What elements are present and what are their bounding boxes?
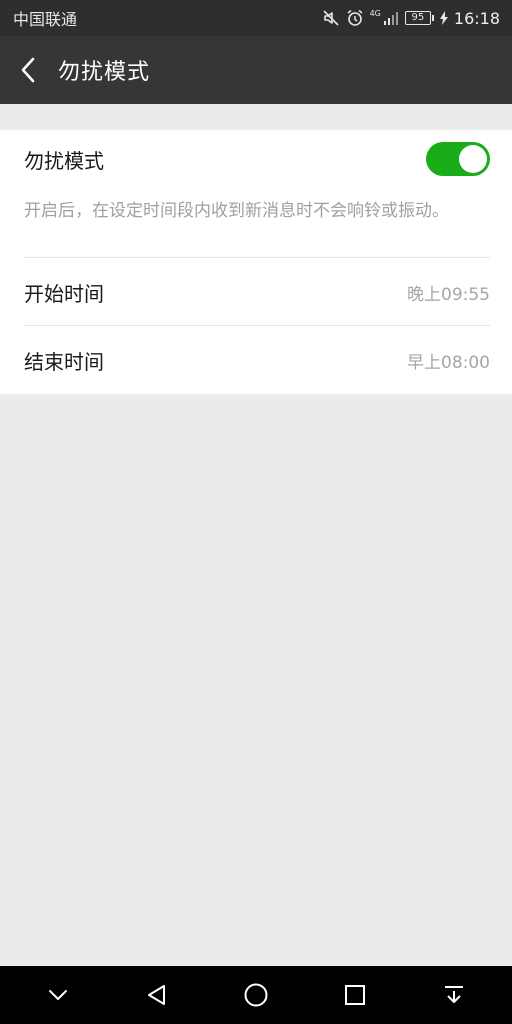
back-triangle-icon — [147, 985, 165, 1005]
nav-home-button[interactable] — [232, 971, 280, 1019]
alarm-icon — [346, 9, 364, 27]
nav-back-button[interactable] — [133, 971, 181, 1019]
back-button[interactable] — [0, 36, 56, 104]
status-bar: 中国联通 4G 95 16:18 — [0, 0, 512, 36]
settings-card: 勿扰模式 开启后，在设定时间段内收到新消息时不会响铃或振动。 开始时间 晚上09… — [0, 130, 512, 394]
start-time-value: 晚上09:55 — [407, 284, 490, 305]
app-bar: 勿扰模式 — [0, 36, 512, 104]
home-circle-icon — [244, 983, 268, 1007]
dnd-toggle[interactable] — [426, 142, 490, 176]
system-nav-bar — [0, 966, 512, 1024]
dnd-row: 勿扰模式 — [0, 130, 512, 188]
mute-icon — [322, 9, 340, 27]
dnd-label: 勿扰模式 — [24, 148, 104, 173]
screen: 中国联通 4G 95 16:18 勿扰模式 勿扰模式 开启后，在设定时间段内收到… — [0, 0, 512, 1024]
end-time-row[interactable]: 结束时间 早上08:00 — [0, 326, 512, 394]
end-time-label: 结束时间 — [24, 349, 104, 374]
end-time-value: 早上08:00 — [407, 352, 490, 373]
page-title: 勿扰模式 — [58, 60, 151, 85]
start-time-label: 开始时间 — [24, 281, 104, 306]
battery-level: 95 — [404, 11, 431, 25]
start-time-row[interactable]: 开始时间 晚上09:55 — [0, 258, 512, 326]
nav-notification-button[interactable] — [430, 971, 478, 1019]
notification-pull-icon — [445, 986, 464, 1003]
nav-recents-button[interactable] — [331, 971, 379, 1019]
network-type-label: 4G — [369, 9, 381, 18]
carrier-name: 中国联通 — [13, 10, 78, 29]
chevron-down-icon — [48, 990, 67, 1000]
battery-icon: 95 — [404, 11, 434, 25]
hide-nav-button[interactable] — [34, 971, 82, 1019]
signal-icon: 4G — [370, 10, 399, 26]
charging-bolt-icon — [439, 11, 448, 25]
clock: 16:18 — [453, 8, 500, 28]
recents-square-icon — [345, 985, 366, 1005]
toggle-knob — [459, 145, 487, 173]
chevron-left-icon — [21, 57, 35, 83]
dnd-description: 开启后，在设定时间段内收到新消息时不会响铃或振动。 — [24, 201, 449, 221]
status-icons: 4G 95 16:18 — [322, 9, 500, 28]
